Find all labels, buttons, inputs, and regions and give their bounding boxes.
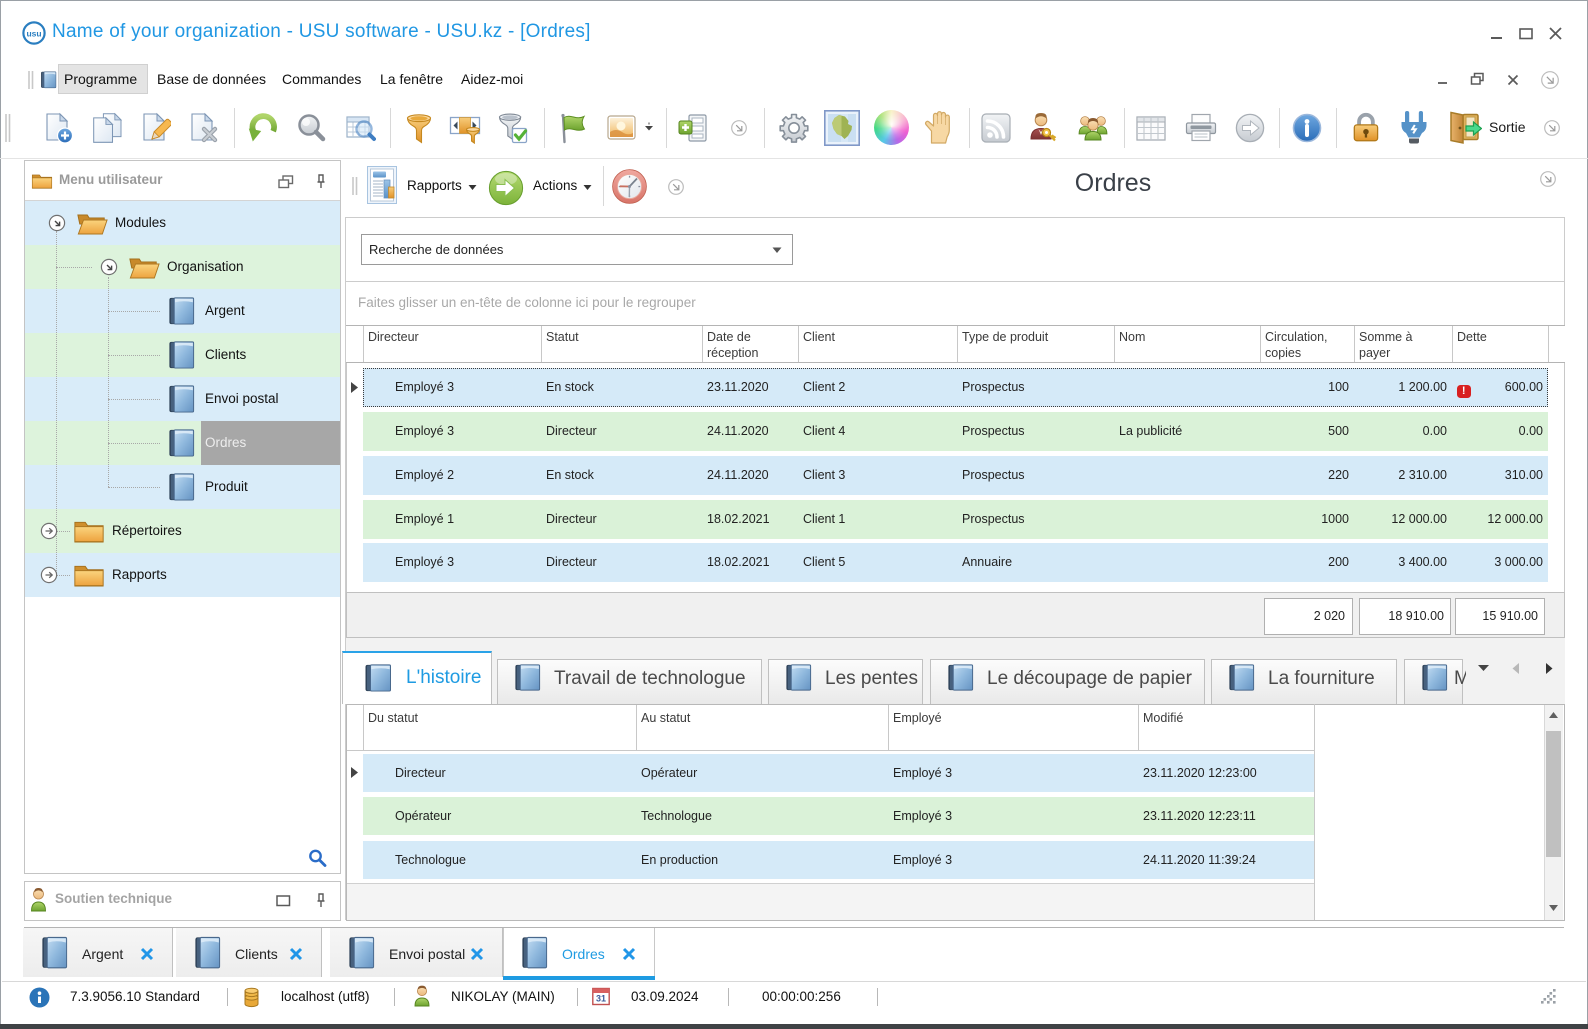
svg-text:usu: usu — [26, 29, 41, 39]
svg-text:31: 31 — [596, 994, 606, 1004]
